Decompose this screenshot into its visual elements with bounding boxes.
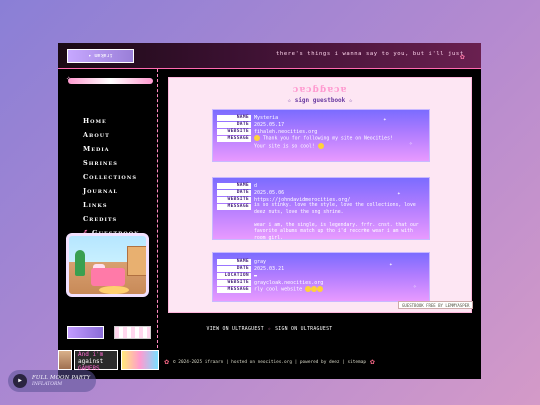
guestbook-panel: ɔɐɔɓɓɐɔɐ ☆ sign guestbook ☆ ✦ ✧ NAME Myst… <box>168 77 474 313</box>
field-label: DATE <box>217 189 251 196</box>
sparkle-icon: ✦ <box>397 190 401 197</box>
guestbook-links: VIEW ON ULTRAGUEST ☆ SIGN ON ULTRAGUEST <box>58 327 481 332</box>
field-label: MESSAGE <box>217 286 251 293</box>
sidebar-decoration <box>68 78 153 84</box>
track-artist: INFLATORM <box>32 382 63 387</box>
pixel-room-image <box>66 233 149 297</box>
header-bar: ▸ ɯɐʞɐɹᴉ there's things i wanna say to y… <box>58 43 481 69</box>
sign-guestbook-link[interactable]: ☆ sign guestbook ☆ <box>169 97 471 104</box>
view-on-ultraguest-link[interactable]: VIEW ON ULTRAGUEST <box>207 327 264 332</box>
entry-message-text: Your site is so cool! <box>254 144 315 150</box>
field-label: DATE <box>217 265 251 272</box>
field-label: WEBSITE <box>217 128 251 135</box>
room-plant <box>75 250 85 276</box>
sidebar-item-collections[interactable]: Collections <box>83 173 139 187</box>
room-shelf <box>127 246 146 276</box>
sparkle-icon: ✦ <box>389 261 393 268</box>
sidebar-item-about[interactable]: About <box>83 131 139 145</box>
guestbook-entry: ✦ ✧ NAME gray DATE 2025.03.21 LOCATION ▬ WE… <box>212 252 430 302</box>
entry-website-link[interactable]: graycloak.neocities.org <box>254 280 323 286</box>
badge-text: against <box>78 358 104 365</box>
entry-message-text: is so stinky. love the style, love the c… <box>254 203 416 215</box>
field-label: NAME <box>217 114 251 121</box>
field-label: WEBSITE <box>217 279 251 286</box>
gamers-badge: And i'm against GAMERS <box>74 350 118 372</box>
field-label: NAME <box>217 182 251 189</box>
site-logo-button[interactable]: ▸ ɯɐʞɐɹᴉ <box>67 49 134 63</box>
sparkle-icon: ✧ <box>413 283 417 290</box>
rainbow-badge <box>121 350 159 370</box>
play-button[interactable]: ▶ <box>13 374 27 388</box>
entry-location-flag: ▬ <box>254 272 258 279</box>
emoji-icon <box>317 143 324 149</box>
sign-on-ultraguest-link[interactable]: SIGN ON ULTRAGUEST <box>275 327 332 332</box>
entry-date: 2025.05.17 <box>254 121 285 128</box>
badge-text: And i'm <box>78 351 104 358</box>
pixel-sprite-icon: ✿ <box>460 52 465 61</box>
pixel-sprite-icon: ✿ <box>164 357 170 366</box>
header-marquee: there's things i wanna say to you, but i… <box>276 51 468 57</box>
entry-message-text: Thank you for following my site on Neoci… <box>262 136 393 142</box>
guestbook-credit-link[interactable]: GUESTBOOK FREE BY LEMMYASPER <box>398 301 474 309</box>
pixel-sprite-icon: ✿ <box>369 357 375 366</box>
sidebar-item-shrines[interactable]: Shrines <box>83 159 139 173</box>
field-label: NAME <box>217 258 251 265</box>
entry-website-link[interactable]: https://johndavidmerocities.org/ <box>254 197 350 203</box>
sparkle-icon: ✦ <box>383 116 387 123</box>
entry-date: 2025.05.06 <box>254 189 285 196</box>
sparkle-icon: ✧ <box>66 74 72 84</box>
entry-date: 2025.03.21 <box>254 265 285 272</box>
sidebar: ✧ Home About Media Shrines Collections J… <box>58 69 158 353</box>
field-label: LOCATION <box>217 272 251 279</box>
sidebar-item-journal[interactable]: Journal <box>83 187 139 201</box>
entry-website-link[interactable]: fihaleh.neocities.org <box>254 129 317 135</box>
character-badge <box>58 350 72 370</box>
entry-name: d <box>254 182 258 189</box>
sidebar-nav: Home About Media Shrines Collections Jou… <box>83 117 139 243</box>
field-label: MESSAGE <box>217 135 251 142</box>
sidebar-item-links[interactable]: Links <box>83 201 139 215</box>
field-label: WEBSITE <box>217 196 251 203</box>
copyright-text: © 2024-2025 ifraarn | hosted on neocitie… <box>173 360 366 365</box>
guestbook-entry: ✦ ✧ NAME Mysteria DATE 2025.05.17 WEBSITE f… <box>212 109 430 162</box>
page-title: ɔɐɔɓɓɐɔɐ <box>292 85 348 95</box>
music-player: ▶ FULL MOON PARTY INFLATORM <box>8 370 96 392</box>
entry-name: gray <box>254 258 267 265</box>
website-frame: ▸ ɯɐʞɐɹᴉ there's things i wanna say to y… <box>58 43 481 379</box>
entry-name: Mysteria <box>254 114 279 121</box>
entry-message-text: rly cool website <box>254 286 303 293</box>
room-bed <box>91 268 125 286</box>
star-icon: ☆ <box>267 327 272 332</box>
entry-message: Thank you for following my site on Neoci… <box>254 135 426 151</box>
entry-message: rly cool website <box>254 286 324 293</box>
guestbook-entry: ✦ ✧ NAME d DATE 2025.05.06 WEBSITE https://… <box>212 177 430 242</box>
emoji-icon <box>317 286 324 293</box>
entry-message: is so stinky. love the style, love the c… <box>254 203 426 242</box>
sidebar-item-media[interactable]: Media <box>83 145 139 159</box>
room-rug <box>99 286 129 294</box>
sidebar-item-credits[interactable]: Credits <box>83 215 139 229</box>
entry-message-text: wear i am, the single, is legendary. frf… <box>254 222 419 241</box>
sidebar-item-home[interactable]: Home <box>83 117 139 131</box>
track-title: FULL MOON PARTY <box>32 375 91 381</box>
field-label: MESSAGE <box>217 203 251 210</box>
field-label: DATE <box>217 121 251 128</box>
emoji-icon <box>254 135 260 141</box>
